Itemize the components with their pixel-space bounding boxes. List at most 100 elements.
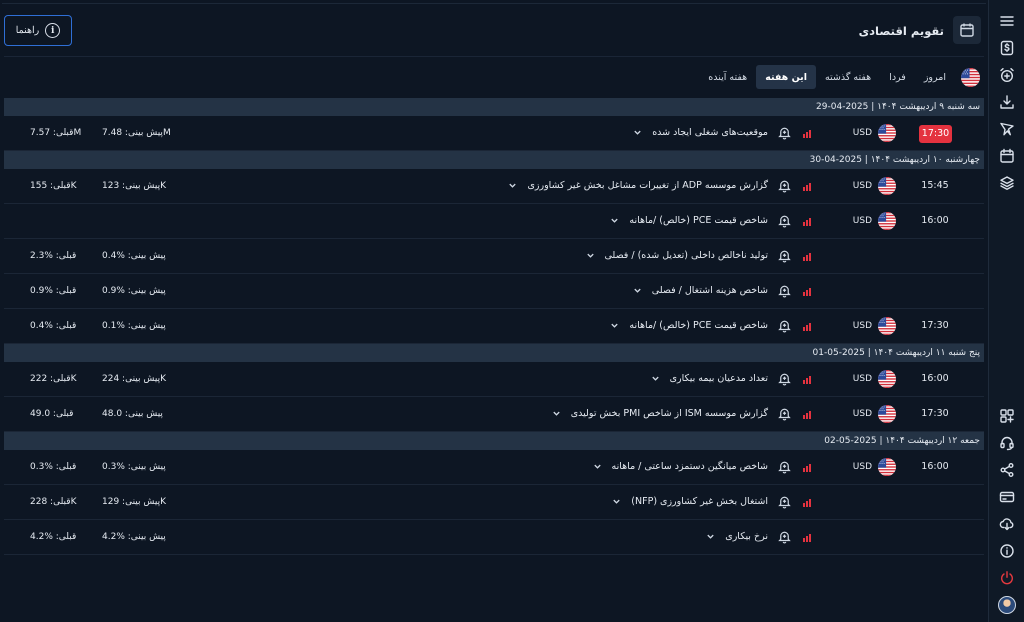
forecast-value: پیش بینی: %0.9 [102,286,166,296]
bell-add-icon[interactable] [777,494,792,509]
bell-add-icon[interactable] [777,406,792,421]
event-title-text: شاخص میانگین دستمزد ساعتی / ماهانه [611,461,768,472]
sidebar-top-group [994,8,1020,197]
currency-code: USD [852,374,872,384]
us-flag-icon[interactable] [961,67,980,87]
bell-add-icon[interactable] [777,283,792,298]
forecast-value: پیش بینی: %0.3 [102,462,166,472]
support-icon[interactable] [994,430,1020,456]
impact-bars-icon [803,252,812,261]
previous-value: قبلی: 7.57M [30,128,82,138]
table-row[interactable]: 16:00 USD شاخص قیمت PCE (خالص) /ماهانه [4,204,984,239]
day-header: چهارشنبه ۱۰ اردیبهشت ۱۴۰۴ | 2025-04-30 [4,151,984,169]
calendar-icon [953,16,981,44]
event-title[interactable]: تعداد مدعیان بیمه بیکاری [651,362,768,396]
tab-0[interactable]: امروز [915,65,955,89]
calendar-icon[interactable] [994,143,1020,169]
power-icon[interactable] [994,565,1020,591]
event-title-text: تعداد مدعیان بیمه بیکاری [669,373,768,384]
bell-add-icon[interactable] [777,371,792,386]
forecast-value: پیش بینی: 224K [102,374,166,384]
bell-add-icon[interactable] [777,459,792,474]
layers-icon[interactable] [994,170,1020,196]
event-title[interactable]: شاخص میانگین دستمزد ساعتی / ماهانه [593,450,768,484]
table-row[interactable]: 17:30 USD موقعیت‌های شغلی ایجاد شده پیش بین… [4,116,984,151]
table-row[interactable]: 17:30 USD گزارش موسسه ISM از شاخص PMI بخش … [4,397,984,432]
previous-value: قبلی: 228K [30,497,77,507]
chevron-down-icon[interactable] [586,239,595,258]
download-icon[interactable] [994,89,1020,115]
impact-bars-icon [803,463,812,472]
event-title[interactable]: گزارش موسسه ISM از شاخص PMI بخش تولیدی [553,397,768,431]
forecast-value: پیش بینی: %4.2 [102,532,166,542]
previous-value: قبلی: 222K [30,374,77,384]
previous-value: قبلی: %4.2 [30,532,77,542]
table-row[interactable]: اشتغال بخش غیر کشاورزی (NFP) پیش بینی: 12… [4,485,984,520]
table-row[interactable]: شاخص هزینه اشتغال / فصلی پیش بینی: %0.9 قب… [4,274,984,309]
table-row[interactable]: تولید ناخالص داخلی (تعدیل شده) / فصلی پیش… [4,239,984,274]
info-icon[interactable] [994,538,1020,564]
table-row[interactable]: 16:00 USD تعداد مدعیان بیمه بیکاری پیش بینی… [4,362,984,397]
forecast-value: پیش بینی: %0.4 [102,251,166,261]
tab-2[interactable]: هفته گذشته [816,65,880,89]
event-time: 16:00 [921,461,949,472]
period-tabs: امروز فردا هفته گذشته این هفته هفته آینده [699,64,986,90]
table-row[interactable]: 17:30 USD شاخص قیمت PCE (خالص) /ماهانه پیش … [4,309,984,344]
page-title: تقویم اقتصادی [858,24,944,38]
menu-icon[interactable] [994,8,1020,34]
tab-4[interactable]: هفته آینده [699,65,756,89]
bell-add-icon[interactable] [777,125,792,140]
event-title[interactable]: شاخص هزینه اشتغال / فصلی [634,274,768,308]
chevron-down-icon[interactable] [613,485,621,504]
bell-add-icon[interactable] [777,213,792,228]
alarm-add-icon[interactable] [994,62,1020,88]
previous-value: قبلی: %0.4 [30,321,77,331]
table-row[interactable]: 15:45 USD گزارش موسسه ADP از تغییرات مشاغل… [4,169,984,204]
previous-value: قبلی: %0.3 [30,462,77,472]
table-row[interactable]: 16:00 USD شاخص میانگین دستمزد ساعتی / ماها… [4,450,984,485]
bell-add-icon[interactable] [777,529,792,544]
avatar[interactable] [997,596,1016,614]
event-title[interactable]: گزارش موسسه ADP از تغییرات مشاغل بخش غیر… [509,169,768,203]
impact-bars-icon [803,322,812,331]
card-icon[interactable] [994,484,1020,510]
help-button[interactable]: راهنما i [4,15,72,46]
dollar-icon[interactable] [994,35,1020,61]
currency-code: USD [852,216,872,226]
tab-3[interactable]: این هفته [756,65,816,89]
chevron-down-icon[interactable] [553,397,561,416]
cloud-download-icon[interactable] [994,511,1020,537]
event-title[interactable]: شاخص قیمت PCE (خالص) /ماهانه [611,309,768,343]
chevron-down-icon[interactable] [509,169,517,188]
page-header: تقویم اقتصادی راهنما i [2,12,986,52]
currency-code: USD [852,462,872,472]
apps-add-icon[interactable] [994,403,1020,429]
us-flag-icon [878,124,896,142]
event-time: 17:30 [921,408,949,419]
bell-add-icon[interactable] [777,318,792,333]
previous-value: قبلی: 155K [30,181,77,191]
chevron-down-icon[interactable] [611,309,619,328]
event-title-text: اشتغال بخش غیر کشاورزی (NFP) [631,496,768,507]
event-title[interactable]: موقعیت‌های شغلی ایجاد شده [634,116,768,150]
impact-bars-icon [803,410,812,419]
chevron-down-icon[interactable] [593,450,602,469]
event-title[interactable]: اشتغال بخش غیر کشاورزی (NFP) [613,485,768,519]
event-title-text: نرخ بیکاری [725,531,768,542]
filter-icon[interactable] [994,116,1020,142]
chevron-down-icon[interactable] [611,204,619,223]
event-title-text: شاخص قیمت PCE (خالص) /ماهانه [629,215,768,226]
chevron-down-icon[interactable] [651,362,660,381]
table-row[interactable]: نرخ بیکاری پیش بینی: %4.2 قبلی: %4.2 [4,520,984,555]
tab-1[interactable]: فردا [880,65,915,89]
chevron-down-icon[interactable] [634,116,642,135]
bell-add-icon[interactable] [777,248,792,263]
event-title[interactable]: تولید ناخالص داخلی (تعدیل شده) / فصلی [586,239,768,273]
event-title[interactable]: شاخص قیمت PCE (خالص) /ماهانه [611,204,768,238]
share-icon[interactable] [994,457,1020,483]
event-title[interactable]: نرخ بیکاری [707,520,768,554]
bell-add-icon[interactable] [777,178,792,193]
chevron-down-icon[interactable] [707,520,715,539]
header-divider [4,56,984,57]
chevron-down-icon[interactable] [634,274,642,293]
